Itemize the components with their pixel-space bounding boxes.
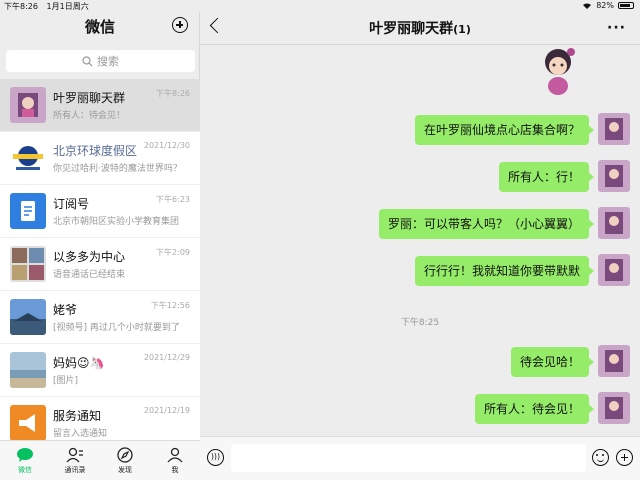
chat-preview: 所有人：待会见！ xyxy=(53,111,126,121)
message-bubble[interactable]: 在叶罗丽仙境点心店集合啊？ xyxy=(414,115,595,145)
chat-preview: 你见过哈利·波特的魔法世界吗？ xyxy=(53,164,182,174)
chat-title: 叶罗丽聊天群(1) xyxy=(200,18,640,38)
tab-discover[interactable]: 发现 xyxy=(100,441,150,480)
chat-time: 下午8:26 xyxy=(156,89,190,98)
chat-preview: 北京市朝阳区实验小学教育集团 xyxy=(53,217,180,227)
message-row: 行行行！我就知道你要带默默 xyxy=(380,254,630,286)
chat-name: 妈妈😉🦄 xyxy=(53,356,105,370)
tab-label: 我 xyxy=(171,465,179,474)
tab-chats[interactable]: 微信 xyxy=(0,441,50,480)
chat-item-grandpa[interactable]: 姥爷 下午12:56 [视频号] 再过几个小时就要到了 xyxy=(0,291,200,344)
sidebar: 微信 搜索 叶罗丽聊天群 下午8:26 所有人：待会见！ 北京环球度假区 202… xyxy=(0,12,200,480)
message-row: 待会见哈！ xyxy=(490,345,630,377)
chat-name: 服务通知 xyxy=(53,409,102,423)
input-bar: ))) xyxy=(200,436,640,480)
message-row: 所有人：待会见！ xyxy=(460,392,630,424)
message-row: 罗丽：可以带客人吗？（小心翼翼） xyxy=(360,207,630,239)
battery-icon xyxy=(618,2,634,9)
chat-time: 下午6:23 xyxy=(156,195,190,204)
chat-preview: [视频号] 再过几个小时就要到了 xyxy=(53,323,180,333)
chat-timestamp: 下午8:25 xyxy=(400,318,440,328)
voice-icon[interactable]: ))) xyxy=(207,449,224,466)
chat-list: 叶罗丽聊天群 下午8:26 所有人：待会见！ 北京环球度假区 2021/12/3… xyxy=(0,79,200,450)
globe-avatar xyxy=(10,140,46,176)
chat-icon xyxy=(17,447,33,462)
chat-time: 2021/12/30 xyxy=(143,141,190,150)
chat-preview: [图片] xyxy=(53,376,79,386)
subscription-icon xyxy=(10,193,46,229)
chat-item-mom[interactable]: 妈妈😉🦄 2021/12/29 [图片] xyxy=(0,344,200,397)
chat-name: 订阅号 xyxy=(53,197,90,211)
chat-name: 姥爷 xyxy=(53,303,78,317)
search-input[interactable]: 搜索 xyxy=(6,50,195,72)
chat-panel: 叶罗丽聊天群(1) ··· 在叶罗丽仙境点心店集合啊？ 所有人：行！ 罗丽：可以… xyxy=(200,12,640,480)
message-bubble[interactable]: 罗丽：可以带客人吗？（小心翼翼） xyxy=(378,209,595,239)
beach-avatar xyxy=(10,352,46,388)
sender-avatar[interactable] xyxy=(598,392,630,424)
tab-contacts[interactable]: 通讯录 xyxy=(50,441,100,480)
contacts-icon xyxy=(66,447,83,462)
emoji-icon[interactable] xyxy=(592,449,609,466)
message-input[interactable] xyxy=(231,444,586,472)
search-placeholder: 搜索 xyxy=(97,55,119,68)
chat-title-text: 叶罗丽聊天群 xyxy=(369,21,454,37)
search-icon xyxy=(82,55,93,66)
chat-time: 2021/12/29 xyxy=(143,353,190,362)
status-bar: 下午8:26 1月1日周六 82% xyxy=(0,0,640,12)
status-time: 下午8:26 xyxy=(4,2,38,11)
sender-avatar[interactable] xyxy=(598,254,630,286)
tab-bar: 微信 通讯录 发现 我 xyxy=(0,440,200,480)
chat-item-duoduo[interactable]: 以多多为中心 下午2:09 语音通话已经结束 xyxy=(0,238,200,291)
sender-avatar[interactable] xyxy=(598,160,630,192)
chat-item-yeluoli-group[interactable]: 叶罗丽聊天群 下午8:26 所有人：待会见！ xyxy=(0,79,200,132)
status-date: 1月1日周六 xyxy=(46,2,89,11)
me-icon xyxy=(167,447,183,462)
more-icon[interactable]: ··· xyxy=(607,20,626,36)
message-row: 在叶罗丽仙境点心店集合啊？ xyxy=(400,113,630,145)
photos-avatar xyxy=(10,246,46,282)
tab-label: 微信 xyxy=(18,465,32,474)
sticker-image xyxy=(538,46,578,98)
chat-name: 北京环球度假区 xyxy=(53,144,138,158)
chat-time: 下午2:09 xyxy=(156,248,190,257)
more-actions-icon[interactable] xyxy=(616,449,633,466)
chat-time: 下午12:56 xyxy=(150,301,190,310)
chat-time: 2021/12/19 xyxy=(143,406,190,415)
message-bubble[interactable]: 所有人：待会见！ xyxy=(474,394,595,424)
tab-me[interactable]: 我 xyxy=(150,441,200,480)
tab-label: 通讯录 xyxy=(64,465,86,474)
chat-header: 叶罗丽聊天群(1) ··· xyxy=(200,12,640,45)
sky-avatar xyxy=(10,299,46,335)
chat-preview: 语音通话已经结束 xyxy=(53,270,126,280)
chat-preview: 留言入选通知 xyxy=(53,429,108,439)
compass-icon xyxy=(117,446,133,463)
sender-avatar[interactable] xyxy=(598,345,630,377)
megaphone-icon xyxy=(10,405,46,441)
chat-item-universal-resort[interactable]: 北京环球度假区 2021/12/30 你见过哈利·波特的魔法世界吗？ xyxy=(0,132,200,185)
chat-name: 以多多为中心 xyxy=(53,250,126,264)
message-row: 所有人：行！ xyxy=(490,160,630,192)
app-title: 微信 xyxy=(84,18,115,36)
chat-item-subscriptions[interactable]: 订阅号 下午6:23 北京市朝阳区实验小学教育集团 xyxy=(0,185,200,238)
sender-avatar[interactable] xyxy=(598,207,630,239)
wifi-icon xyxy=(583,2,592,9)
chat-name: 叶罗丽聊天群 xyxy=(53,91,126,105)
message-bubble[interactable]: 行行行！我就知道你要带默默 xyxy=(414,256,595,286)
tab-label: 发现 xyxy=(118,465,132,474)
message-bubble[interactable]: 所有人：行！ xyxy=(498,162,595,192)
battery-percent: 82% xyxy=(596,1,614,10)
message-bubble[interactable]: 待会见哈！ xyxy=(510,347,595,377)
add-icon[interactable] xyxy=(172,17,188,33)
member-count: (1) xyxy=(453,23,471,36)
sender-avatar[interactable] xyxy=(598,113,630,145)
group-avatar xyxy=(10,87,46,123)
